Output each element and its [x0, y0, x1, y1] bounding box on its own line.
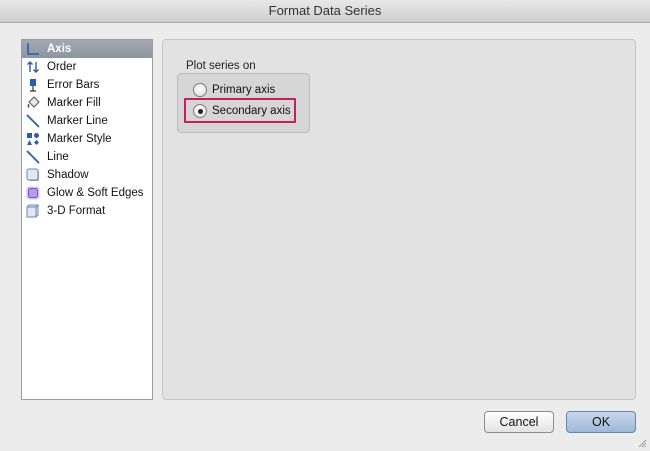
marker-line-icon	[26, 114, 40, 128]
line-icon	[26, 150, 40, 164]
sidebar-item-label: Marker Line	[47, 115, 108, 127]
sidebar-item-shadow[interactable]: Shadow	[22, 166, 152, 184]
cancel-button[interactable]: Cancel	[484, 411, 554, 433]
primary-axis-radio[interactable]: Primary axis	[193, 81, 275, 99]
sidebar-item-label: Marker Fill	[47, 97, 101, 109]
marker-fill-icon	[27, 96, 40, 108]
resize-grip-icon[interactable]	[637, 438, 647, 448]
order-icon	[27, 61, 39, 73]
sidebar-item-label: Glow & Soft Edges	[47, 187, 144, 199]
sidebar-item-error-bars[interactable]: Error Bars	[22, 76, 152, 94]
sidebar-item-label: Line	[47, 151, 69, 163]
category-sidebar: Axis Order Error Bars Marker Fill Marker…	[21, 39, 153, 400]
sidebar-item-line[interactable]: Line	[22, 148, 152, 166]
sidebar-item-marker-style[interactable]: Marker Style	[22, 130, 152, 148]
sidebar-item-label: Axis	[47, 43, 72, 55]
sidebar-item-glow[interactable]: Glow & Soft Edges	[22, 184, 152, 202]
sidebar-item-label: Shadow	[47, 169, 89, 181]
radio-label: Primary axis	[212, 84, 276, 96]
sidebar-item-label: Order	[47, 61, 77, 73]
shadow-icon	[26, 168, 39, 181]
sidebar-item-marker-line[interactable]: Marker Line	[22, 112, 152, 130]
ok-button[interactable]: OK	[566, 411, 636, 433]
sidebar-item-label: Error Bars	[47, 79, 100, 91]
annotation-highlight-box	[184, 98, 296, 123]
plot-series-on-label: Plot series on	[186, 60, 256, 72]
sidebar-item-label: 3-D Format	[47, 205, 106, 217]
sidebar-item-axis[interactable]: Axis	[22, 40, 152, 58]
sidebar-item-3d-format[interactable]: 3-D Format	[22, 202, 152, 220]
axis-icon	[27, 43, 39, 55]
glow-icon	[26, 186, 40, 200]
3d-format-icon	[26, 204, 39, 218]
marker-style-icon	[27, 133, 39, 145]
sidebar-item-order[interactable]: Order	[22, 58, 152, 76]
sidebar-item-marker-fill[interactable]: Marker Fill	[22, 94, 152, 112]
window-title: Format Data Series	[0, 0, 650, 23]
radio-button-unchecked[interactable]	[193, 83, 207, 97]
sidebar-item-label: Marker Style	[47, 133, 112, 145]
error-bars-icon	[30, 79, 36, 92]
